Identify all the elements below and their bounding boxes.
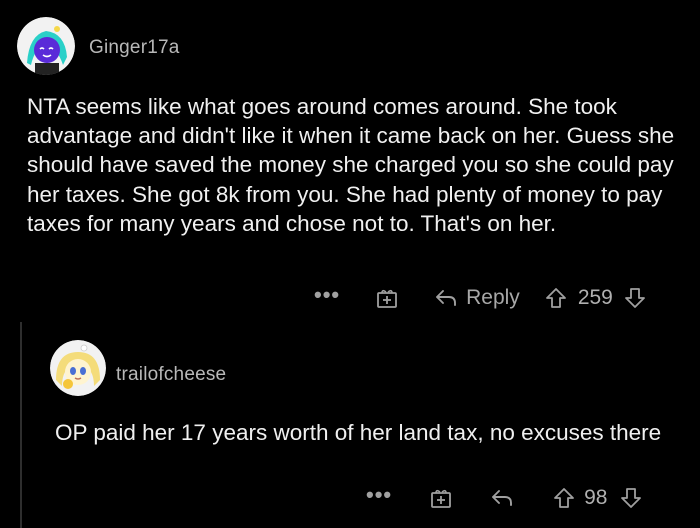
thread-line[interactable] <box>20 322 22 528</box>
reply-arrow-icon[interactable] <box>490 488 514 508</box>
downvote-arrow-icon[interactable] <box>623 286 647 310</box>
reply-label: Reply <box>466 286 520 309</box>
more-options-button[interactable]: ••• <box>314 284 340 306</box>
reply-comment: trailofcheese OP paid her 17 years worth… <box>0 0 700 445</box>
upvote-arrow-icon[interactable] <box>544 286 568 310</box>
vote-count: 98 <box>584 486 608 509</box>
vote-count: 259 <box>577 286 613 309</box>
more-options-button[interactable]: ••• <box>366 484 392 506</box>
reply-arrow-icon <box>434 288 458 308</box>
comment-actions: ••• Reply 259 <box>314 280 647 316</box>
downvote-arrow-icon[interactable] <box>619 486 643 510</box>
username[interactable]: trailofcheese <box>116 364 226 386</box>
upvote-arrow-icon[interactable] <box>552 486 576 510</box>
user-avatar-icon <box>50 340 106 396</box>
award-icon[interactable] <box>430 487 452 509</box>
award-icon[interactable] <box>376 287 398 309</box>
reply-button[interactable]: Reply <box>434 286 520 310</box>
comment-body: OP paid her 17 years worth of her land t… <box>55 420 662 445</box>
comment-actions: ••• 98 <box>366 480 643 516</box>
avatar[interactable] <box>50 340 106 396</box>
